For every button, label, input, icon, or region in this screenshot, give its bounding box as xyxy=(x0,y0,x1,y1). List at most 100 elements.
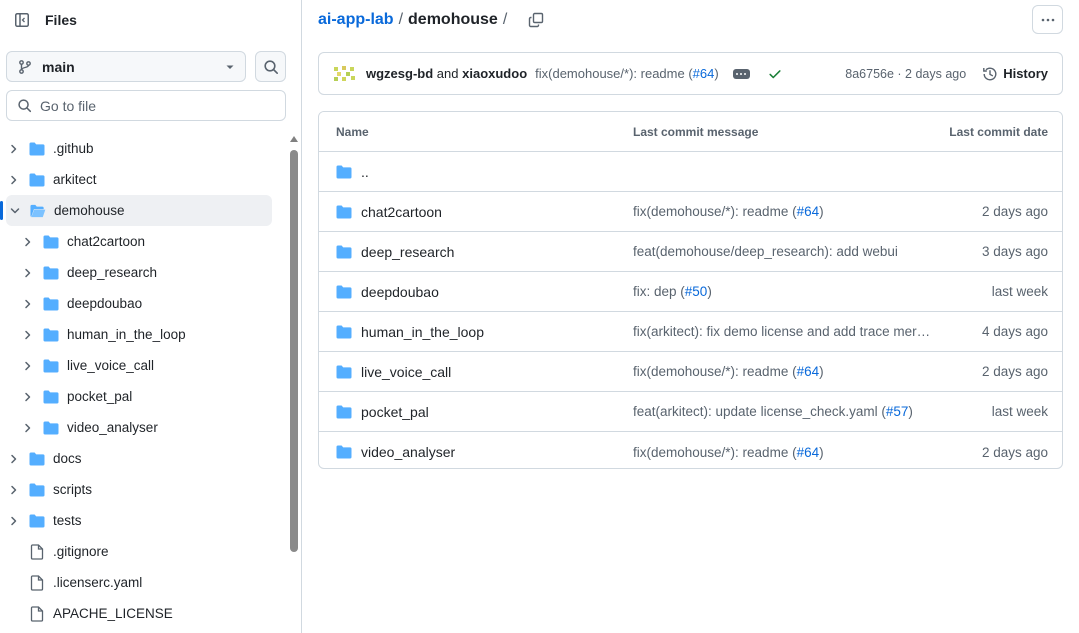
tree-expand-toggle[interactable] xyxy=(6,482,22,498)
tree-item-video-analyser[interactable]: video_analyser xyxy=(0,412,285,443)
row-commit-text[interactable]: fix(demohouse/*): readme ( xyxy=(633,364,797,379)
table-row[interactable]: deep_research feat(demohouse/deep_researc… xyxy=(319,232,1062,272)
table-row[interactable]: human_in_the_loop fix(arkitect): fix demo… xyxy=(319,312,1062,352)
tree-item-scripts[interactable]: scripts xyxy=(0,474,285,505)
sidebar-header: Files xyxy=(6,4,77,36)
tree-expand-toggle[interactable] xyxy=(20,358,36,374)
tree-expand-toggle[interactable] xyxy=(20,234,36,250)
go-to-file-input[interactable] xyxy=(40,97,260,114)
directory-name[interactable]: deep_research xyxy=(361,244,454,260)
directory-link[interactable]: video_analyser xyxy=(336,444,455,460)
author-link[interactable]: xiaoxudoo xyxy=(462,66,527,81)
go-to-file-field[interactable] xyxy=(6,90,286,121)
tree-expand-toggle xyxy=(6,575,22,591)
tree-expand-toggle[interactable] xyxy=(7,203,23,219)
tree-expand-toggle[interactable] xyxy=(20,389,36,405)
tree-item-label: chat2cartoon xyxy=(67,234,146,249)
tree-item-human-in-the-loop[interactable]: human_in_the_loop xyxy=(0,319,285,350)
search-files-button[interactable] xyxy=(255,51,286,82)
row-commit-message[interactable]: feat(arkitect): update license_check.yam… xyxy=(633,404,933,419)
chevron-right-icon xyxy=(11,144,17,153)
directory-link[interactable]: human_in_the_loop xyxy=(336,324,484,340)
tree-expand-toggle[interactable] xyxy=(20,296,36,312)
folder-icon xyxy=(43,328,59,341)
tree-expand-toggle[interactable] xyxy=(20,327,36,343)
directory-name[interactable]: human_in_the_loop xyxy=(361,324,484,340)
tree-expand-toggle[interactable] xyxy=(20,265,36,281)
row-commit-pr-link[interactable]: #64 xyxy=(797,445,820,460)
row-commit-message[interactable]: fix(demohouse/*): readme (#64) xyxy=(633,445,933,460)
parent-directory-link[interactable]: .. xyxy=(336,164,369,180)
sidebar-scrollbar[interactable] xyxy=(289,134,299,554)
tree-item-live-voice-call[interactable]: live_voice_call xyxy=(0,350,285,381)
directory-name[interactable]: chat2cartoon xyxy=(361,204,442,220)
tree-expand-toggle[interactable] xyxy=(6,172,22,188)
expand-commit-message-button[interactable] xyxy=(732,68,750,79)
row-commit-message[interactable]: fix(demohouse/*): readme (#64) xyxy=(633,364,933,379)
tree-expand-toggle[interactable] xyxy=(6,141,22,157)
tree-item-github[interactable]: .github xyxy=(0,133,285,164)
tree-expand-toggle[interactable] xyxy=(6,451,22,467)
tree-item-deepdoubao[interactable]: deepdoubao xyxy=(0,288,285,319)
table-row[interactable]: chat2cartoon fix(demohouse/*): readme (#6… xyxy=(319,192,1062,232)
scroll-thumb[interactable] xyxy=(290,150,298,552)
copy-path-button[interactable] xyxy=(524,8,548,32)
tree-item-tests[interactable]: tests xyxy=(0,505,285,536)
directory-name[interactable]: live_voice_call xyxy=(361,364,451,380)
table-row[interactable]: video_analyser fix(demohouse/*): readme (… xyxy=(319,432,1062,468)
row-commit-message[interactable]: feat(demohouse/deep_research): add webui xyxy=(633,244,933,259)
directory-name[interactable]: deepdoubao xyxy=(361,284,439,300)
directory-link[interactable]: deep_research xyxy=(336,244,454,260)
tree-item-docs[interactable]: docs xyxy=(0,443,285,474)
row-commit-text[interactable]: feat(arkitect): update license_check.yam… xyxy=(633,404,886,419)
row-commit-pr-link[interactable]: #64 xyxy=(797,204,820,219)
commit-message-text[interactable]: fix(demohouse/*): readme ( xyxy=(535,66,693,81)
row-commit-pr-link[interactable]: #57 xyxy=(886,404,909,419)
row-commit-text[interactable]: fix(demohouse/*): readme ( xyxy=(633,204,797,219)
breadcrumb-repo-link[interactable]: ai-app-lab xyxy=(318,11,394,29)
table-row[interactable]: deepdoubao fix: dep (#50) last week xyxy=(319,272,1062,312)
row-commit-pr-link[interactable]: #64 xyxy=(797,364,820,379)
tree-expand-toggle[interactable] xyxy=(20,420,36,436)
tree-item-apache-license[interactable]: APACHE_LICENSE xyxy=(0,598,285,629)
tree-item-pocket-pal[interactable]: pocket_pal xyxy=(0,381,285,412)
row-commit-text[interactable]: fix(demohouse/*): readme ( xyxy=(633,445,797,460)
tree-item-deep-research[interactable]: deep_research xyxy=(0,257,285,288)
row-commit-message[interactable]: fix(demohouse/*): readme (#64) xyxy=(633,204,933,219)
more-options-button[interactable] xyxy=(1032,5,1063,34)
author-avatar[interactable] xyxy=(333,64,357,84)
commit-message[interactable]: fix(demohouse/*): readme (#64) xyxy=(535,66,719,81)
parent-directory-row[interactable]: .. xyxy=(319,152,1062,192)
commit-pr-link[interactable]: #64 xyxy=(693,66,715,81)
author-link[interactable]: wgzesg-bd xyxy=(366,66,433,81)
directory-link[interactable]: deepdoubao xyxy=(336,284,439,300)
tree-item-gitignore[interactable]: .gitignore xyxy=(0,536,285,567)
collapse-sidebar-button[interactable] xyxy=(6,4,38,36)
row-commit-message[interactable]: fix: dep (#50) xyxy=(633,284,933,299)
history-button[interactable]: History xyxy=(982,66,1048,82)
row-commit-message[interactable]: fix(arkitect): fix demo license and add … xyxy=(633,324,933,339)
directory-link[interactable]: pocket_pal xyxy=(336,404,429,420)
tree-item-arkitect[interactable]: arkitect xyxy=(0,164,285,195)
directory-name[interactable]: pocket_pal xyxy=(361,404,429,420)
scroll-up-arrow-icon[interactable] xyxy=(290,136,298,142)
commit-sha-time[interactable]: 8a6756e · 2 days ago xyxy=(845,67,966,81)
table-row[interactable]: live_voice_call fix(demohouse/*): readme … xyxy=(319,352,1062,392)
directory-link[interactable]: live_voice_call xyxy=(336,364,451,380)
table-row[interactable]: pocket_pal feat(arkitect): update license… xyxy=(319,392,1062,432)
directory-link[interactable]: chat2cartoon xyxy=(336,204,442,220)
tree-item-demohouse[interactable]: demohouse xyxy=(0,195,272,226)
folder-icon xyxy=(336,405,352,418)
check-status-icon[interactable] xyxy=(768,67,782,81)
tree-expand-toggle[interactable] xyxy=(6,513,22,529)
row-commit-pr-link[interactable]: #50 xyxy=(685,284,708,299)
folder-icon xyxy=(336,245,352,258)
row-commit-text[interactable]: fix(arkitect): fix demo license and add … xyxy=(633,324,930,339)
directory-name[interactable]: video_analyser xyxy=(361,444,455,460)
parent-directory-label[interactable]: .. xyxy=(361,164,369,180)
tree-item-chat2cartoon[interactable]: chat2cartoon xyxy=(0,226,285,257)
row-commit-text[interactable]: feat(demohouse/deep_research): add webui xyxy=(633,244,898,259)
row-commit-text[interactable]: fix: dep ( xyxy=(633,284,685,299)
branch-selector[interactable]: main xyxy=(6,51,246,82)
tree-item-licenserc-yaml[interactable]: .licenserc.yaml xyxy=(0,567,285,598)
